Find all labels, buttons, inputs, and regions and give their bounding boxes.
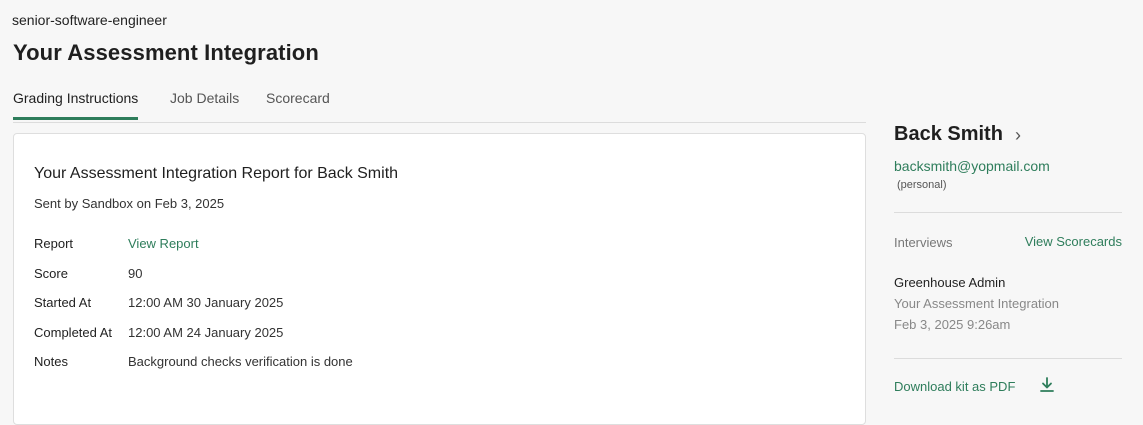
download-icon[interactable] [1038,376,1056,394]
candidate-sidebar: Back Smith › backsmith@yopmail.com (pers… [894,120,1122,402]
field-row-report: Report View Report [34,236,834,254]
tab-job-details[interactable]: Job Details [170,90,239,117]
field-value: Background checks verification is done [128,354,353,369]
candidate-name-link[interactable]: Back Smith [894,123,1003,146]
divider [894,358,1122,359]
field-label: Completed At [34,325,113,340]
field-row-completed-at: Completed At 12:00 AM 24 January 2025 [34,325,834,343]
view-report-link[interactable]: View Report [128,236,199,251]
field-value: 90 [128,266,143,281]
report-card: Your Assessment Integration Report for B… [13,133,866,425]
report-title: Your Assessment Integration Report for B… [34,165,399,182]
view-scorecards-link[interactable]: View Scorecards [1025,234,1122,249]
interviewer-name: Greenhouse Admin [894,275,1006,290]
job-slug: senior-software-engineer [12,12,167,28]
email-type-label: (personal) [897,179,947,191]
download-kit-link[interactable]: Download kit as PDF [894,379,1015,394]
divider [894,212,1122,213]
interviews-label: Interviews [894,235,953,250]
field-value: 12:00 AM 24 January 2025 [128,325,284,340]
chevron-right-icon[interactable]: › [1015,125,1021,146]
field-label: Notes [34,354,68,369]
page-title: Your Assessment Integration [13,40,319,65]
field-label: Score [34,266,68,281]
field-label: Report [34,236,74,251]
field-row-notes: Notes Background checks verification is … [34,354,834,372]
tab-bar: Grading Instructions Job Details Scoreca… [13,86,866,123]
field-row-score: Score 90 [34,266,834,284]
interview-name: Your Assessment Integration [894,296,1060,311]
field-row-started-at: Started At 12:00 AM 30 January 2025 [34,295,834,313]
tab-grading-instructions[interactable]: Grading Instructions [13,90,139,120]
field-value: 12:00 AM 30 January 2025 [128,295,284,310]
field-label: Started At [34,295,92,310]
candidate-email-link[interactable]: backsmith@yopmail.com [894,158,1050,174]
interview-date: Feb 3, 2025 9:26am [894,317,1011,332]
report-sent-by: Sent by Sandbox on Feb 3, 2025 [34,196,225,211]
tab-scorecard[interactable]: Scorecard [266,90,330,117]
